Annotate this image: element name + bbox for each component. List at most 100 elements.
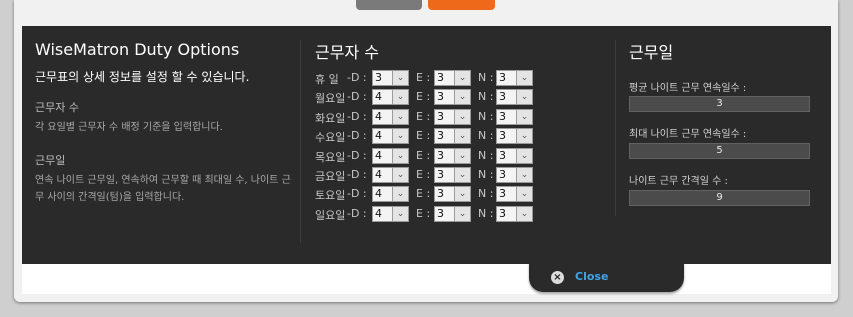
- night-shift-select[interactable]: 3 ⌄: [496, 186, 533, 202]
- evening-shift-value: 3: [437, 129, 444, 142]
- chevron-down-icon[interactable]: ⌄: [516, 71, 532, 85]
- day-shift-value: 4: [375, 149, 382, 162]
- chevron-down-icon[interactable]: ⌄: [454, 129, 470, 143]
- staff-count-description: 각 요일별 근무자 수 배정 기준을 입력합니다.: [35, 122, 223, 133]
- evening-shift-value: 3: [437, 168, 444, 181]
- chevron-down-icon[interactable]: ⌄: [516, 110, 532, 124]
- avg-night-input[interactable]: 3: [629, 96, 810, 112]
- staff-row: 월요일 -D :4 ⌄ E :3 ⌄ N :3 ⌄: [315, 89, 545, 105]
- day-label: 휴 일: [315, 73, 339, 86]
- chevron-down-icon[interactable]: ⌄: [516, 207, 532, 221]
- day-shift-value: 4: [375, 168, 382, 181]
- close-button[interactable]: Close: [575, 270, 608, 283]
- evening-shift-label: E :: [416, 149, 431, 162]
- day-label: 수요일: [315, 131, 346, 144]
- staff-row: 일요일 -D :4 ⌄ E :3 ⌄ N :3 ⌄: [315, 206, 545, 222]
- evening-shift-label: E :: [416, 129, 431, 142]
- chevron-down-icon[interactable]: ⌄: [392, 110, 408, 124]
- day-shift-select[interactable]: 4 ⌄: [372, 167, 409, 183]
- night-shift-value: 3: [499, 90, 506, 103]
- day-shift-value: 4: [375, 187, 382, 200]
- day-label: 일요일: [315, 209, 346, 222]
- top-gray-button[interactable]: [356, 0, 422, 10]
- evening-shift-select[interactable]: 3 ⌄: [434, 167, 471, 183]
- evening-shift-select[interactable]: 3 ⌄: [434, 128, 471, 144]
- panel-bottom-strip: [22, 264, 831, 294]
- day-shift-label: -D :: [347, 129, 367, 142]
- day-label: 토요일: [315, 189, 346, 202]
- chevron-down-icon[interactable]: ⌄: [454, 90, 470, 104]
- day-shift-label: -D :: [347, 207, 367, 220]
- workdays-title: 근무일: [629, 43, 674, 62]
- day-shift-select[interactable]: 4 ⌄: [372, 109, 409, 125]
- day-shift-label: -D :: [347, 110, 367, 123]
- staff-row: 화요일 -D :4 ⌄ E :3 ⌄ N :3 ⌄: [315, 109, 545, 125]
- night-shift-select[interactable]: 3 ⌄: [496, 206, 533, 222]
- evening-shift-label: E :: [416, 168, 431, 181]
- night-interval-input[interactable]: 9: [629, 190, 810, 206]
- night-shift-value: 3: [499, 207, 506, 220]
- max-night-input[interactable]: 5: [629, 143, 810, 159]
- night-shift-value: 3: [499, 110, 506, 123]
- day-shift-select[interactable]: 4 ⌄: [372, 89, 409, 105]
- evening-shift-select[interactable]: 3 ⌄: [434, 186, 471, 202]
- chevron-down-icon[interactable]: ⌄: [454, 149, 470, 163]
- day-shift-label: -D :: [347, 71, 367, 84]
- chevron-down-icon[interactable]: ⌄: [392, 187, 408, 201]
- chevron-down-icon[interactable]: ⌄: [454, 71, 470, 85]
- evening-shift-select[interactable]: 3 ⌄: [434, 89, 471, 105]
- chevron-down-icon[interactable]: ⌄: [454, 187, 470, 201]
- day-shift-select[interactable]: 4 ⌄: [372, 206, 409, 222]
- chevron-down-icon[interactable]: ⌄: [516, 149, 532, 163]
- night-shift-select[interactable]: 3 ⌄: [496, 148, 533, 164]
- night-shift-select[interactable]: 3 ⌄: [496, 70, 533, 86]
- night-shift-select[interactable]: 3 ⌄: [496, 109, 533, 125]
- night-shift-value: 3: [499, 129, 506, 142]
- day-shift-select[interactable]: 4 ⌄: [372, 128, 409, 144]
- chevron-down-icon[interactable]: ⌄: [516, 187, 532, 201]
- close-x-icon[interactable]: ×: [551, 271, 564, 284]
- column-divider: [615, 40, 616, 216]
- day-shift-select[interactable]: 4 ⌄: [372, 148, 409, 164]
- evening-shift-label: E :: [416, 187, 431, 200]
- day-shift-label: -D :: [347, 168, 367, 181]
- night-shift-label: N :: [478, 149, 494, 162]
- night-shift-select[interactable]: 3 ⌄: [496, 89, 533, 105]
- day-label: 월요일: [315, 92, 346, 105]
- night-shift-select[interactable]: 3 ⌄: [496, 167, 533, 183]
- evening-shift-select[interactable]: 3 ⌄: [434, 70, 471, 86]
- chevron-down-icon[interactable]: ⌄: [454, 207, 470, 221]
- night-shift-label: N :: [478, 71, 494, 84]
- chevron-down-icon[interactable]: ⌄: [392, 90, 408, 104]
- night-shift-select[interactable]: 3 ⌄: [496, 128, 533, 144]
- staff-row: 목요일 -D :4 ⌄ E :3 ⌄ N :3 ⌄: [315, 148, 545, 164]
- top-orange-button[interactable]: [428, 0, 495, 10]
- evening-shift-select[interactable]: 3 ⌄: [434, 206, 471, 222]
- chevron-down-icon[interactable]: ⌄: [392, 207, 408, 221]
- staff-row: 금요일 -D :4 ⌄ E :3 ⌄ N :3 ⌄: [315, 167, 545, 183]
- chevron-down-icon[interactable]: ⌄: [392, 149, 408, 163]
- evening-shift-label: E :: [416, 71, 431, 84]
- day-shift-label: -D :: [347, 187, 367, 200]
- staff-row: 휴 일 -D :3 ⌄ E :3 ⌄ N :3 ⌄: [315, 70, 545, 86]
- chevron-down-icon[interactable]: ⌄: [516, 129, 532, 143]
- day-shift-value: 4: [375, 90, 382, 103]
- day-shift-value: 4: [375, 207, 382, 220]
- chevron-down-icon[interactable]: ⌄: [516, 168, 532, 182]
- chevron-down-icon[interactable]: ⌄: [392, 168, 408, 182]
- evening-shift-select[interactable]: 3 ⌄: [434, 109, 471, 125]
- evening-shift-value: 3: [437, 90, 444, 103]
- chevron-down-icon[interactable]: ⌄: [516, 90, 532, 104]
- options-title: WiseMatron Duty Options: [35, 40, 240, 59]
- column-divider: [300, 40, 301, 243]
- chevron-down-icon[interactable]: ⌄: [392, 71, 408, 85]
- day-shift-select[interactable]: 4 ⌄: [372, 186, 409, 202]
- staff-row: 토요일 -D :4 ⌄ E :3 ⌄ N :3 ⌄: [315, 186, 545, 202]
- day-shift-select[interactable]: 3 ⌄: [372, 70, 409, 86]
- chevron-down-icon[interactable]: ⌄: [454, 110, 470, 124]
- day-shift-value: 3: [375, 71, 382, 84]
- night-shift-label: N :: [478, 187, 494, 200]
- chevron-down-icon[interactable]: ⌄: [392, 129, 408, 143]
- chevron-down-icon[interactable]: ⌄: [454, 168, 470, 182]
- evening-shift-select[interactable]: 3 ⌄: [434, 148, 471, 164]
